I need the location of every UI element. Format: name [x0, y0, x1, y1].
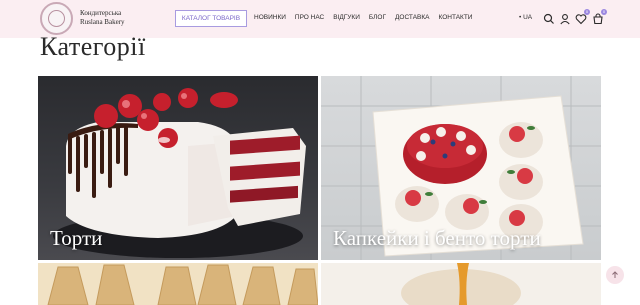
dessert-jar-image — [321, 263, 601, 305]
arrow-up-icon — [612, 271, 618, 278]
user-icon[interactable] — [559, 12, 571, 25]
category-card-cupcakes[interactable]: Капкейки і бенто торти — [321, 76, 601, 260]
category-label: Капкейки і бенто торти — [333, 226, 541, 250]
nav-item-contacts[interactable]: КОНТАКТИ — [438, 14, 472, 21]
category-label: Торти — [50, 226, 103, 250]
nav-item-reviews[interactable]: ВІДГУКИ — [333, 14, 360, 21]
catalog-button[interactable]: КАТАЛОГ ТОВАРІВ — [175, 10, 247, 27]
scroll-to-top-button[interactable] — [606, 266, 624, 284]
language-switch[interactable]: • UA — [519, 14, 532, 21]
logo-line-2: Ruslana Bakery — [80, 18, 125, 26]
category-card-bottom-left[interactable] — [38, 263, 318, 305]
category-card-bottom-right[interactable] — [321, 263, 601, 305]
wafer-rolls-image — [38, 263, 318, 305]
cart-count-badge: 0 — [601, 9, 607, 15]
wishlist-count-badge: 0 — [584, 9, 590, 15]
nav-item-about[interactable]: ПРО НАС — [295, 14, 324, 21]
nav-item-delivery[interactable]: ДОСТАВКА — [395, 14, 429, 21]
page-title: Категорії — [40, 32, 146, 61]
search-icon[interactable] — [543, 12, 555, 24]
nav-item-new[interactable]: НОВИНКИ — [254, 14, 286, 21]
nav-item-blog[interactable]: БЛОГ — [369, 14, 386, 21]
category-card-cakes[interactable]: Торти — [38, 76, 318, 260]
wishlist-icon[interactable]: 0 — [575, 9, 590, 25]
logo-line-1: Кондитерська — [80, 9, 122, 17]
logo-icon[interactable] — [40, 2, 73, 35]
cart-icon[interactable]: 0 — [592, 9, 607, 25]
main-nav: НОВИНКИ ПРО НАС ВІДГУКИ БЛОГ ДОСТАВКА КО… — [254, 14, 472, 21]
logo-text[interactable]: Кондитерська Ruslana Bakery — [80, 9, 125, 27]
